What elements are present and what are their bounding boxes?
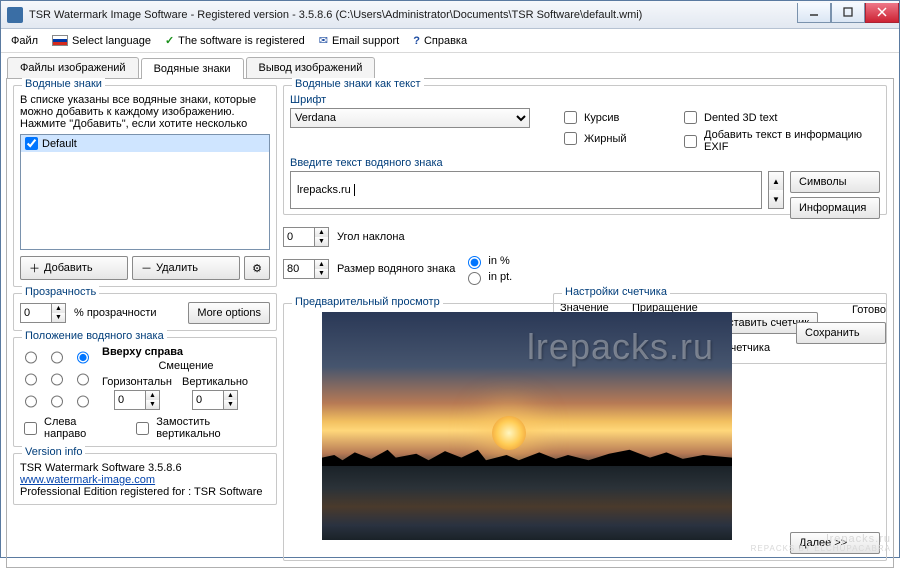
more-options-button[interactable]: More options	[188, 302, 270, 324]
list-item[interactable]: Default	[21, 135, 269, 152]
mail-icon: ✉	[319, 34, 328, 47]
menu-file[interactable]: Файл	[11, 35, 38, 47]
watermark-overlay: lrepacks.ru	[527, 326, 714, 368]
app-icon	[7, 7, 23, 23]
watermark-text-input[interactable]: lrepacks.ru	[290, 171, 762, 209]
settings-button[interactable]: ⚙	[244, 256, 270, 280]
bold-checkbox[interactable]: Жирный	[560, 129, 650, 148]
plus-icon: ＋	[29, 260, 40, 276]
help-icon: ?	[413, 35, 420, 47]
minus-icon: －	[141, 260, 152, 276]
preview-status: Готово	[852, 304, 886, 316]
size-spin[interactable]: ▲▼	[283, 259, 329, 279]
position-group: Положение водяного знака Вверху справа С…	[13, 337, 277, 447]
position-grid[interactable]	[20, 346, 92, 410]
watermarks-group: Водяные знаки В списке указаны все водян…	[13, 85, 277, 287]
tab-files[interactable]: Файлы изображений	[7, 57, 139, 78]
tab-watermarks[interactable]: Водяные знаки	[141, 58, 244, 79]
angle-spin[interactable]: ▲▼	[283, 227, 329, 247]
save-preview-button[interactable]: Сохранить	[796, 322, 886, 344]
titlebar: TSR Watermark Image Software - Registere…	[1, 1, 899, 29]
exif-checkbox[interactable]: Добавить текст в информацию EXIF	[680, 129, 880, 153]
size-pt-radio[interactable]: in pt.	[463, 269, 512, 285]
wm-desc: В списке указаны все водяные знаки, кото…	[20, 94, 270, 130]
ltr-checkbox[interactable]: Слева направо	[20, 416, 116, 440]
tab-output[interactable]: Вывод изображений	[246, 57, 376, 78]
menu-help[interactable]: ?Справка	[413, 35, 467, 47]
window-title: TSR Watermark Image Software - Registere…	[29, 9, 797, 21]
text-watermark-group: Водяные знаки как текст Шрифт Verdana Ку…	[283, 85, 887, 215]
offset-v-spin[interactable]: ▲▼	[192, 390, 238, 410]
text-scrollbar[interactable]: ▲▼	[768, 171, 784, 209]
transparency-group: Прозрачность ▲▼ % прозрачности More opti…	[13, 293, 277, 331]
menu-language[interactable]: Select language	[52, 35, 151, 47]
website-link[interactable]: www.watermark-image.com	[20, 474, 155, 486]
brand-watermark: lrepacks.ruREPACKS BY ELCHUPACABRA	[751, 530, 891, 553]
size-pct-radio[interactable]: in %	[463, 253, 512, 269]
tabstrip: Файлы изображений Водяные знаки Вывод из…	[1, 53, 899, 78]
maximize-button[interactable]	[831, 3, 865, 23]
watermark-list[interactable]: Default	[20, 134, 270, 250]
italic-checkbox[interactable]: Курсив	[560, 108, 650, 127]
menu-registered[interactable]: ✓The software is registered	[165, 34, 305, 47]
info-button[interactable]: Информация	[790, 197, 880, 219]
tile-checkbox[interactable]: Замостить вертикально	[132, 416, 270, 440]
preview-image: lrepacks.ru	[322, 312, 732, 540]
minimize-button[interactable]	[797, 3, 831, 23]
symbols-button[interactable]: Символы	[790, 171, 880, 193]
close-button[interactable]	[865, 3, 899, 23]
menu-email[interactable]: ✉Email support	[319, 34, 399, 47]
font-select[interactable]: Verdana	[290, 108, 530, 128]
gear-icon: ⚙	[252, 262, 262, 275]
list-item-check[interactable]	[25, 137, 38, 150]
add-button[interactable]: ＋Добавить	[20, 256, 128, 280]
transparency-spin[interactable]: ▲▼	[20, 303, 66, 323]
version-group: Version info TSR Watermark Software 3.5.…	[13, 453, 277, 505]
delete-button[interactable]: －Удалить	[132, 256, 240, 280]
menubar: Файл Select language ✓The software is re…	[1, 29, 899, 53]
dented-checkbox[interactable]: Dented 3D text	[680, 108, 880, 127]
offset-h-spin[interactable]: ▲▼	[114, 390, 160, 410]
flag-icon	[52, 35, 68, 46]
preview-group: Предварительный просмотр lrepacks.ru Гот…	[283, 303, 887, 561]
position-current: Вверху справа	[102, 346, 183, 358]
check-icon: ✓	[165, 34, 174, 47]
